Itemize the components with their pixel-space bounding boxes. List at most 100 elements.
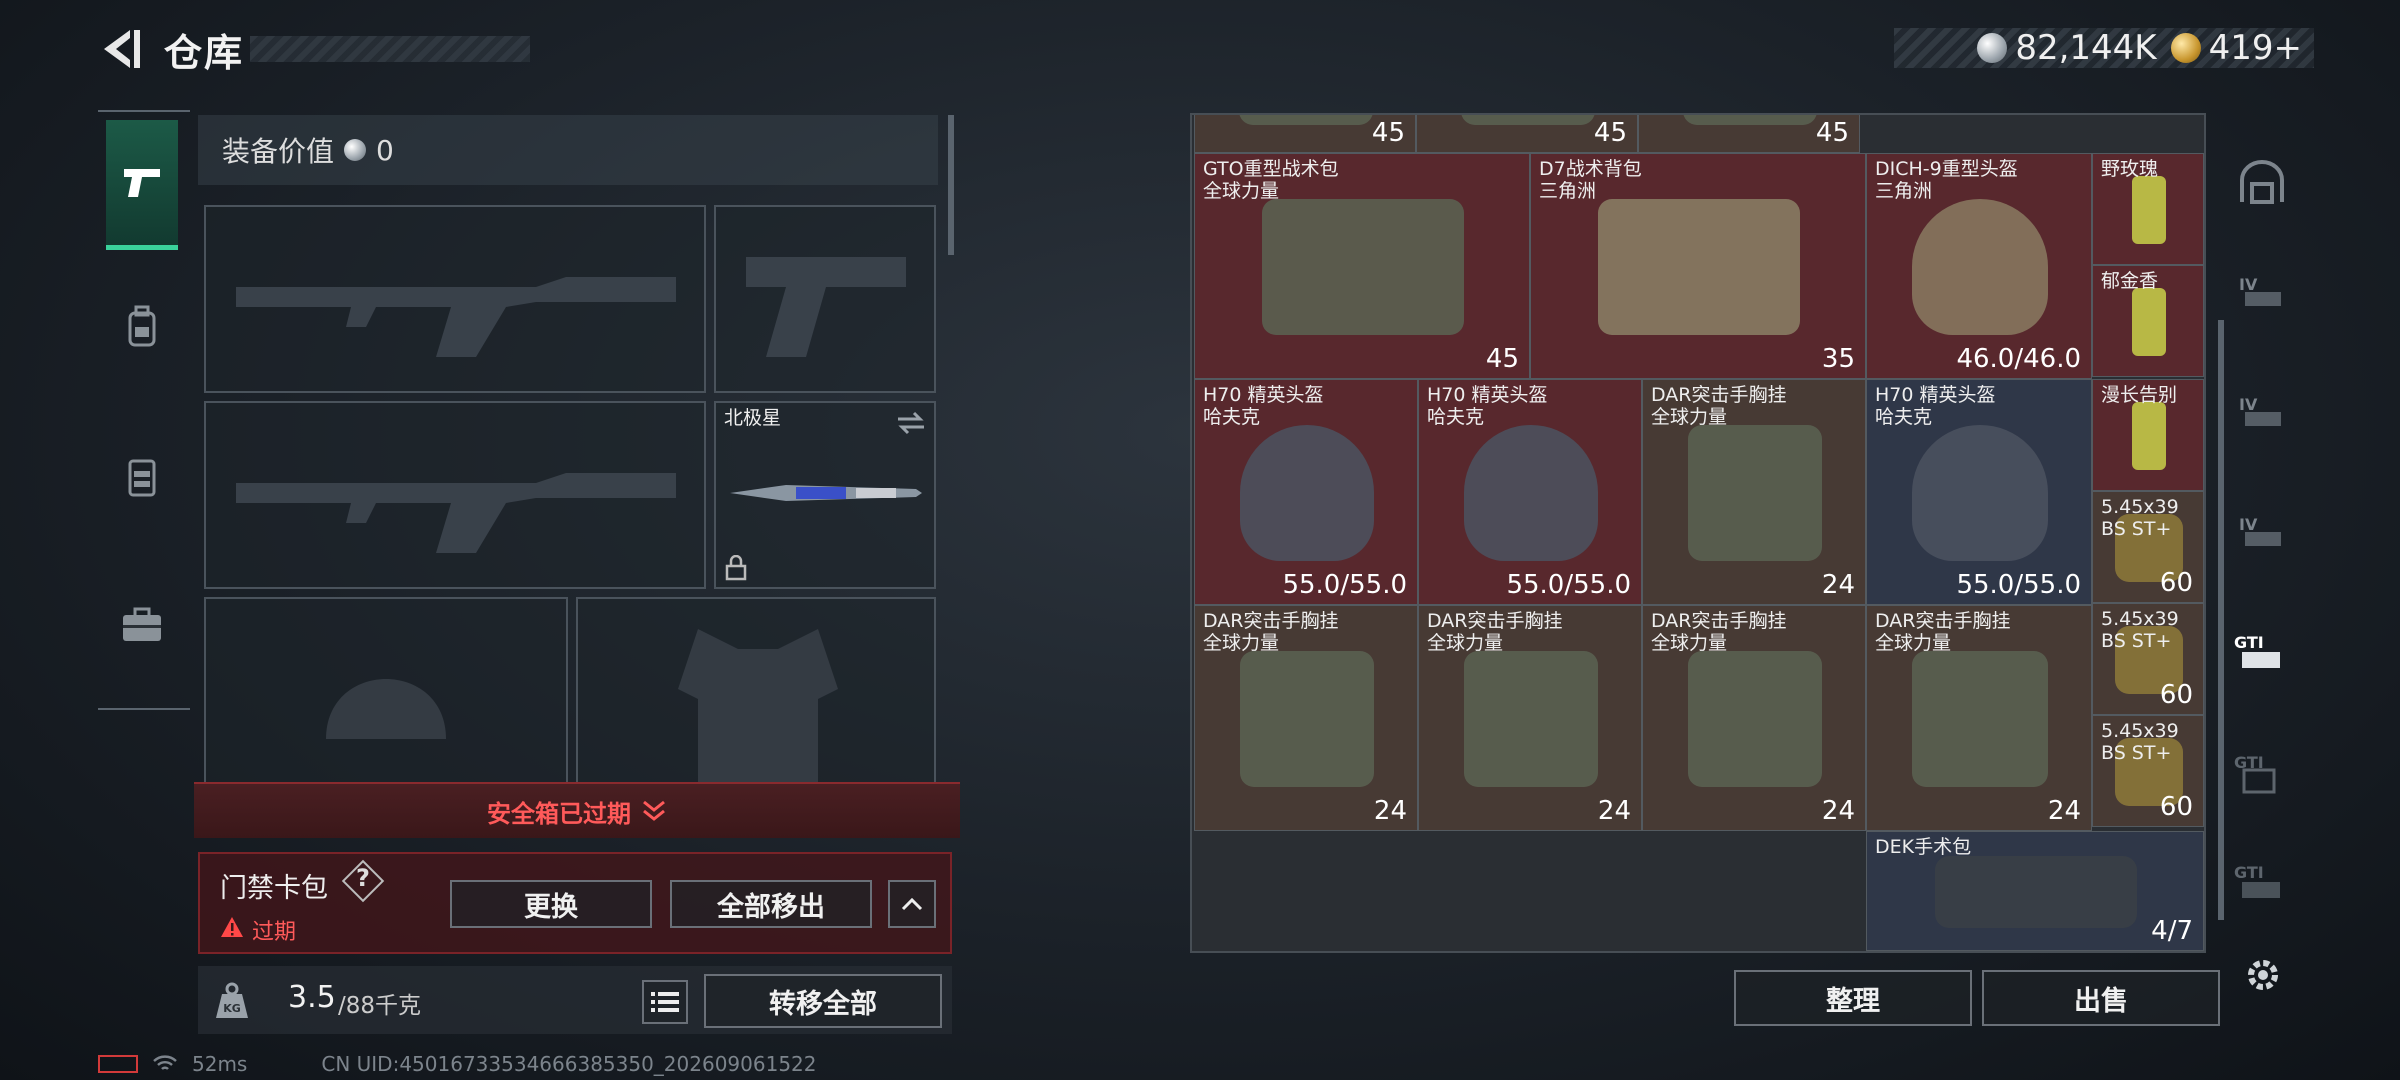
stash-item[interactable]: 郁金香: [2092, 265, 2204, 377]
silver-amount: 82,144K: [2015, 28, 2157, 68]
item-count: 45: [1593, 118, 1627, 148]
settings-button[interactable]: [2238, 950, 2288, 1000]
filter-tab-5-active[interactable]: GTI: [2230, 620, 2294, 684]
filter-all[interactable]: [2230, 150, 2294, 214]
stash-item[interactable]: H70 精英头盔 哈夫克 55.0/55.0: [1194, 379, 1418, 605]
filter-tab-4[interactable]: IV: [2230, 500, 2294, 564]
filter-tab-3[interactable]: IV: [2230, 380, 2294, 444]
item-count: 4/7: [2151, 916, 2193, 946]
filter-tab-2[interactable]: IV: [2230, 260, 2294, 324]
stash-item[interactable]: DAR突击手胸挂 全球力量 24: [1418, 605, 1642, 831]
stash-item[interactable]: 5.45x39 BS ST+ 60: [2092, 603, 2204, 715]
silver-coin-icon: [344, 139, 367, 161]
item-name: 野玫瑰: [2101, 158, 2159, 180]
pistol-icon: [124, 168, 160, 197]
category-backpack[interactable]: [106, 262, 178, 392]
item-name: H70 精英头盔 哈夫克: [1203, 384, 1324, 428]
briefcase-icon: [123, 607, 161, 641]
item-image: [2132, 402, 2166, 470]
item-name: 郁金香: [2101, 270, 2159, 292]
stash-item[interactable]: DICH-9重型头盔 三角洲 46.0/46.0: [1866, 153, 2092, 379]
item-name: DAR突击手胸挂 全球力量: [1651, 384, 1787, 428]
primary-weapon-slot[interactable]: [204, 205, 706, 393]
list-view-button[interactable]: [642, 980, 688, 1024]
stash-item[interactable]: H70 精英头盔 哈夫克 55.0/55.0: [1418, 379, 1642, 605]
stash-item[interactable]: DAR突击手胸挂 全球力量 24: [1642, 379, 1866, 605]
item-image: [1683, 115, 1817, 125]
sell-button[interactable]: 出售: [1982, 970, 2220, 1026]
item-image: [1934, 856, 2138, 928]
item-name: DAR突击手胸挂 全球力量: [1427, 610, 1563, 654]
category-weapons[interactable]: [106, 120, 178, 250]
rifle-silhouette-icon: [236, 277, 676, 357]
weight-row: KG 3.5 /88千克 转移全部: [198, 966, 952, 1034]
swap-icon[interactable]: [896, 411, 926, 435]
secondary-weapon-slot[interactable]: [204, 401, 706, 589]
melee-name: 北极星: [724, 407, 782, 429]
collapse-button[interactable]: [888, 880, 936, 928]
item-image: [1239, 651, 1375, 787]
silver-coin-icon: [1977, 33, 2008, 63]
item-name: DEK手术包: [1875, 836, 1972, 858]
stash-item[interactable]: 45: [1416, 115, 1638, 153]
filter-tab-7[interactable]: GTI: [2230, 850, 2294, 914]
item-name: 5.45x39 BS ST+: [2101, 720, 2179, 764]
status-bar: 52ms CN UID:45016733534666385350_2026090…: [98, 1052, 817, 1076]
gold-amount: 419+: [2208, 28, 2302, 68]
item-name: H70 精英头盔 哈夫克: [1875, 384, 1996, 428]
svg-text:GTI: GTI: [2234, 863, 2264, 882]
stash-item[interactable]: GTO重型战术包 全球力量 45: [1194, 153, 1530, 379]
item-count: 24: [1597, 796, 1631, 826]
item-name: GTO重型战术包 全球力量: [1203, 158, 1339, 202]
organize-button[interactable]: 整理: [1734, 970, 1972, 1026]
item-count: 60: [2159, 680, 2193, 710]
stash-item[interactable]: DAR突击手胸挂 全球力量 24: [1866, 605, 2092, 831]
stash-item[interactable]: 45: [1638, 115, 1860, 153]
safebox-label: 安全箱已过期: [487, 799, 631, 828]
transfer-all-button[interactable]: 转移全部: [704, 974, 942, 1028]
gold-currency[interactable]: 419+: [2170, 28, 2302, 68]
item-count: 46.0/46.0: [1956, 344, 2081, 374]
svg-text:GTI: GTI: [2234, 633, 2264, 652]
stash-item[interactable]: DEK手术包 4/7: [1866, 831, 2204, 951]
item-count: 45: [1815, 118, 1849, 148]
category-vest[interactable]: [106, 412, 178, 542]
safebox-expired-bar[interactable]: 安全箱已过期: [194, 782, 960, 838]
item-count: 24: [1821, 796, 1855, 826]
remove-all-button[interactable]: 全部移出: [670, 880, 872, 928]
pistol-slot[interactable]: [714, 205, 936, 393]
item-name: D7战术背包 三角洲: [1539, 158, 1642, 202]
filter-tab-6[interactable]: GTI: [2230, 740, 2294, 804]
stash-item[interactable]: DAR突击手胸挂 全球力量 24: [1194, 605, 1418, 831]
equip-value-row: 装备价值 0: [198, 115, 938, 185]
category-case[interactable]: [106, 560, 178, 690]
stash-item[interactable]: 5.45x39 BS ST+ 60: [2092, 715, 2204, 827]
stash-item[interactable]: 漫长告别: [2092, 379, 2204, 491]
wifi-icon: [153, 1055, 177, 1070]
gti-case-icon: GTI: [2234, 753, 2276, 794]
item-count: 55.0/55.0: [1282, 570, 1407, 600]
stash-item[interactable]: 5.45x39 BS ST+ 60: [2092, 491, 2204, 603]
item-count: 55.0/55.0: [1956, 570, 2081, 600]
item-count: 35: [1821, 344, 1855, 374]
stash-item[interactable]: 野玫瑰: [2092, 153, 2204, 265]
melee-slot[interactable]: 北极星: [714, 401, 936, 589]
warning-icon: [221, 917, 243, 937]
stash-item[interactable]: 45: [1194, 115, 1416, 153]
armor-slot[interactable]: [576, 597, 936, 789]
stash-item[interactable]: D7战术背包 三角洲 35: [1530, 153, 1866, 379]
loadout-scrollbar[interactable]: [948, 115, 954, 255]
svg-text:IV: IV: [2239, 395, 2258, 414]
back-button[interactable]: [96, 24, 146, 74]
stash-item[interactable]: DAR突击手胸挂 全球力量 24: [1642, 605, 1866, 831]
page-title: 仓库: [164, 31, 245, 75]
item-image: [1912, 651, 2048, 787]
item-image: [2132, 288, 2166, 356]
stash-item[interactable]: H70 精英头盔 哈夫克 55.0/55.0: [1866, 379, 2092, 605]
replace-button[interactable]: 更换: [450, 880, 652, 928]
helmet-slot[interactable]: [204, 597, 568, 787]
item-image: [1239, 425, 1375, 561]
level-4-icon: IV: [2239, 275, 2281, 306]
help-icon[interactable]: ?: [356, 864, 370, 892]
list-icon: [651, 992, 679, 1012]
